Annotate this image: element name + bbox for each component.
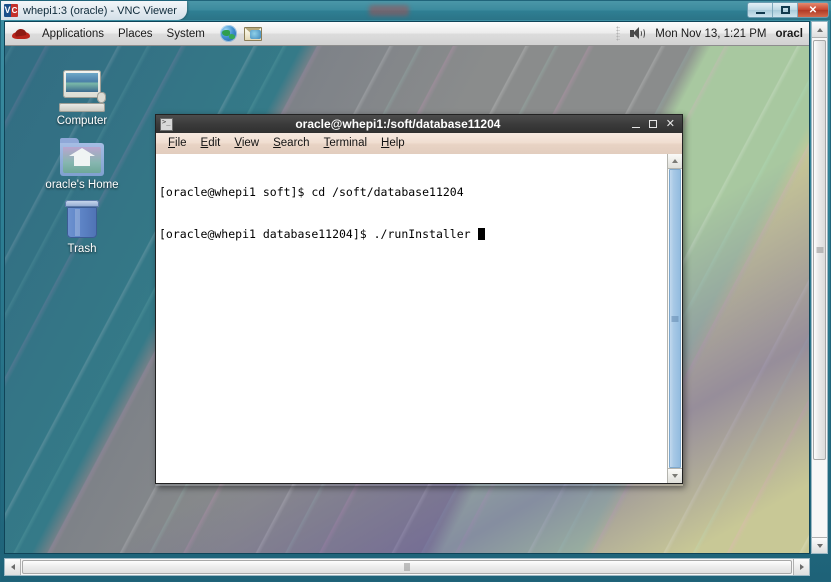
desktop-icon-trash[interactable]: Trash <box>39 194 125 256</box>
scrollbar-grip-icon <box>671 316 679 321</box>
terminal-line-with-cursor: [oracle@whepi1 database11204]$ ./runInst… <box>159 227 663 241</box>
vnc-close-button[interactable]: ✕ <box>798 3 828 17</box>
desktop-icon-label: Trash <box>67 243 97 255</box>
terminal-scrollbar[interactable] <box>667 154 682 483</box>
vnc-scroll-up-icon[interactable] <box>812 22 827 38</box>
terminal-line: [oracle@whepi1 soft]$ cd /soft/database1… <box>159 185 464 199</box>
screen: V C whepi1:3 (oracle) - VNC Viewer ✕ App… <box>0 0 831 582</box>
vnc-hscroll-thumb[interactable] <box>22 560 792 574</box>
menu-file-rest: ile <box>175 137 187 149</box>
vnc-vertical-scrollbar[interactable] <box>811 21 828 554</box>
terminal-icon <box>160 117 173 131</box>
menu-help[interactable]: Help <box>374 134 412 153</box>
vnc-vscroll-track[interactable] <box>812 38 827 537</box>
desktop-icon-home[interactable]: oracle's Home <box>39 130 125 192</box>
volume-icon[interactable] <box>629 26 646 41</box>
panel-applet-handle[interactable] <box>616 26 621 41</box>
terminal-output[interactable]: [oracle@whepi1 soft]$ cd /soft/database1… <box>156 154 667 483</box>
hscroll-grip-icon <box>404 563 410 571</box>
terminal-body: [oracle@whepi1 soft]$ cd /soft/database1… <box>155 154 683 484</box>
terminal-window-title: oracle@whepi1:/soft/database11204 <box>295 117 501 131</box>
menu-search[interactable]: Search <box>266 134 316 153</box>
remote-desktop-area[interactable]: Applications Places System Mon Nov 13, 1… <box>4 21 810 554</box>
panel-clock[interactable]: Mon Nov 13, 1:21 PM <box>655 28 766 40</box>
menu-terminal[interactable]: Terminal <box>317 134 374 153</box>
terminal-window: oracle@whepi1:/soft/database11204 ✕ File… <box>155 114 683 486</box>
vnc-scroll-right-icon[interactable] <box>793 559 809 575</box>
terminal-cursor <box>477 228 485 240</box>
menu-edit[interactable]: Edit <box>194 134 228 153</box>
home-folder-icon <box>39 130 125 176</box>
terminal-close-button[interactable]: ✕ <box>666 118 675 130</box>
desktop-icon-label: Computer <box>56 115 108 127</box>
terminal-scrollbar-track[interactable] <box>668 169 682 468</box>
menu-file[interactable]: File <box>161 134 194 153</box>
vnc-logo-c: C <box>11 4 18 17</box>
vnc-maximize-button[interactable] <box>773 3 798 17</box>
menu-applications[interactable]: Applications <box>35 23 111 45</box>
vnc-viewer-window: V C whepi1:3 (oracle) - VNC Viewer ✕ App… <box>0 0 831 582</box>
menu-edit-rest: dit <box>208 137 221 149</box>
menu-terminal-rest: erminal <box>329 137 368 149</box>
terminal-line: [oracle@whepi1 database11204]$ ./runInst… <box>159 227 478 241</box>
gnome-top-panel: Applications Places System Mon Nov 13, 1… <box>5 22 809 46</box>
scroll-up-icon[interactable] <box>668 154 682 169</box>
panel-launchers <box>219 25 262 42</box>
vnc-horizontal-scrollbar[interactable] <box>4 558 810 576</box>
panel-status-area: Mon Nov 13, 1:21 PM oracl <box>616 26 809 41</box>
vscroll-grip-icon <box>816 247 823 253</box>
vnc-minimize-button[interactable] <box>748 3 773 17</box>
menu-view-mnemonic: V <box>234 137 242 149</box>
menu-search-mnemonic: S <box>273 137 281 149</box>
vnc-window-title: whepi1:3 (oracle) - VNC Viewer <box>23 4 177 17</box>
vnc-logo-v: V <box>4 4 11 17</box>
desktop-icon-label: oracle's Home <box>45 179 119 191</box>
terminal-scrollbar-thumb[interactable] <box>669 169 681 468</box>
terminal-minimize-button[interactable] <box>631 120 640 129</box>
menu-help-rest: elp <box>389 137 405 149</box>
email-client-icon[interactable] <box>243 26 262 41</box>
vnc-vscroll-thumb[interactable] <box>813 40 826 460</box>
vnc-scroll-down-icon[interactable] <box>812 537 827 553</box>
terminal-maximize-button[interactable] <box>648 120 657 128</box>
trash-icon <box>39 194 125 240</box>
desktop-icon-computer[interactable]: Computer <box>39 66 125 128</box>
vnc-hscroll-track[interactable] <box>21 559 793 575</box>
web-browser-icon[interactable] <box>219 25 237 42</box>
vnc-window-controls: ✕ <box>747 2 829 18</box>
menu-places[interactable]: Places <box>111 23 160 45</box>
terminal-menubar: File Edit View Search Terminal Help <box>155 133 683 154</box>
vnc-title-group: V C whepi1:3 (oracle) - VNC Viewer <box>1 1 187 20</box>
redhat-logo-icon <box>11 26 31 42</box>
terminal-titlebar[interactable]: oracle@whepi1:/soft/database11204 ✕ <box>155 114 683 133</box>
menu-view-rest: iew <box>241 137 260 149</box>
terminal-window-controls: ✕ <box>631 118 678 130</box>
menu-system[interactable]: System <box>160 23 212 45</box>
computer-icon <box>39 66 125 112</box>
vnc-viewer-logo-icon: V C <box>4 4 18 17</box>
vnc-titlebar[interactable]: V C whepi1:3 (oracle) - VNC Viewer ✕ <box>1 1 831 20</box>
vnc-scroll-left-icon[interactable] <box>5 559 21 575</box>
panel-username[interactable]: oracl <box>776 28 804 40</box>
scroll-down-icon[interactable] <box>668 468 682 483</box>
menu-search-rest: earch <box>280 137 310 149</box>
menu-view[interactable]: View <box>227 134 266 153</box>
vnc-titlebar-watermark <box>369 5 409 16</box>
menu-file-mnemonic: F <box>168 137 176 149</box>
